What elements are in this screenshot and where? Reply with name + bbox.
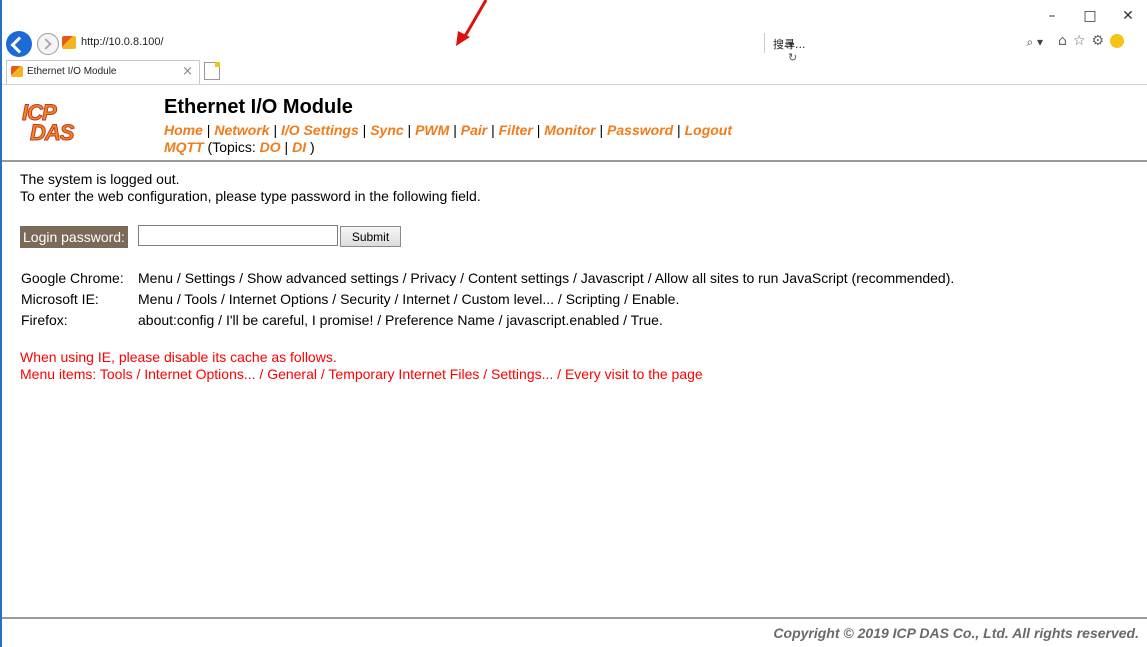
close-button[interactable]: ✕ [1119,8,1137,24]
nav-topic-di-link[interactable]: DI [292,139,306,155]
nav-pwm-link[interactable]: PWM [415,122,449,138]
minimize-button[interactable]: – [1043,8,1061,24]
search-icon[interactable]: ⌕ ▾ [1026,35,1043,50]
forward-button[interactable] [37,33,59,55]
login-instruction: To enter the web configuration, please t… [20,188,481,204]
search-placeholder[interactable]: 搜尋... [773,36,806,52]
nav-monitor-link[interactable]: Monitor [544,122,595,138]
icp-das-logo: ICP DAS [16,100,86,148]
nav-password-link[interactable]: Password [607,122,673,138]
tab-close-icon[interactable]: × [182,64,193,79]
nav-network-link[interactable]: Network [214,122,269,138]
topics-prefix: (Topics: [207,139,256,155]
chrome-instructions: Menu / Settings / Show advanced settings… [138,270,955,286]
nav-filter-link[interactable]: Filter [499,122,533,138]
chrome-label: Google Chrome: [21,270,124,286]
url-text[interactable]: http://10.0.8.100/ [81,36,164,48]
logged-out-message: The system is logged out. [20,171,180,187]
page-title: Ethernet I/O Module [164,96,353,118]
ie-label: Microsoft IE: [21,291,99,307]
address-bar-row: http://10.0.8.100/ ▾ ↻ 搜尋... ⌕ ▾ ⌂ ☆ ⚙ [6,30,1141,64]
ie-cache-menu-path: Menu items: Tools / Internet Options... … [20,366,703,382]
main-nav: Home | Network | I/O Settings | Sync | P… [164,122,864,156]
header-divider [2,160,1147,162]
firefox-instructions: about:config / I'll be careful, I promis… [138,312,663,328]
new-tab-icon[interactable] [204,62,220,80]
password-field[interactable] [138,225,338,246]
ie-instructions: Menu / Tools / Internet Options / Securi… [138,291,680,307]
address-bar[interactable]: http://10.0.8.100/ ▾ ↻ [62,33,797,64]
nav-pair-link[interactable]: Pair [461,122,487,138]
nav-row-2: MQTT (Topics: DO | DI ) [164,139,315,155]
tab-bar: Ethernet I/O Module × [2,60,1147,85]
favorites-star-icon[interactable]: ☆ [1073,33,1086,49]
topics-suffix: ) [309,139,315,155]
login-password-label: Login password: [20,226,128,248]
home-icon[interactable]: ⌂ [1058,33,1067,49]
window-caption-buttons: – □ ✕ [1043,8,1137,24]
site-favicon-icon [62,36,76,49]
browser-toolbar: ⌂ ☆ ⚙ [1058,33,1125,49]
submit-button[interactable]: Submit [340,226,401,247]
search-box[interactable]: 搜尋... ⌕ ▾ [764,33,1045,53]
copyright-footer: Copyright © 2019 ICP DAS Co., Ltd. All r… [773,625,1139,641]
window-edge [0,0,2,647]
nav-sync-link[interactable]: Sync [370,122,403,138]
firefox-label: Firefox: [21,312,68,328]
ie-cache-warning: When using IE, please disable its cache … [20,349,337,365]
footer-divider [2,617,1147,619]
back-button[interactable] [6,31,32,57]
nav-logout-link[interactable]: Logout [685,122,732,138]
nav-topic-do-link[interactable]: DO [260,139,281,155]
settings-gear-icon[interactable]: ⚙ [1091,33,1104,49]
nav-mqtt-link[interactable]: MQTT [164,139,204,155]
nav-io-settings-link[interactable]: I/O Settings [281,122,359,138]
logo-text-das: DAS [29,120,74,146]
maximize-button[interactable]: □ [1081,8,1099,24]
feedback-smiley-icon[interactable] [1110,34,1125,48]
nav-row-1: Home | Network | I/O Settings | Sync | P… [164,122,733,138]
tab-title: Ethernet I/O Module [27,66,117,77]
tab-ethernet-io-module[interactable]: Ethernet I/O Module × [6,60,200,84]
tab-favicon-icon [11,66,23,77]
nav-home-link[interactable]: Home [164,122,203,138]
